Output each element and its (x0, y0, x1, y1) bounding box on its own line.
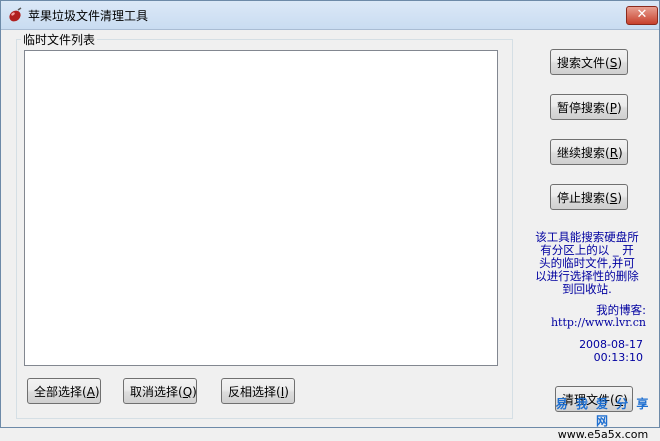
deselect-hotkey: Q (182, 385, 193, 399)
site-watermark: 易 我 爱 分 享 网 www.e5a5x.com (547, 395, 659, 441)
search-files-button[interactable]: 搜索文件(S) (550, 49, 628, 75)
build-date: 2008-08-17 (579, 338, 643, 351)
select-all-hotkey: A (86, 385, 95, 399)
resume-search-label-end: ) (618, 146, 623, 160)
window-title: 苹果垃圾文件清理工具 (28, 9, 149, 23)
deselect-label: 取消选择( (130, 385, 183, 399)
select-all-label-end: ) (94, 385, 100, 399)
deselect-button[interactable]: 取消选择(Q) (123, 378, 197, 404)
search-files-label-end: ) (617, 56, 622, 70)
select-all-button[interactable]: 全部选择(A) (27, 378, 101, 404)
close-icon: ✕ (636, 7, 648, 22)
build-time: 00:13:10 (593, 351, 643, 364)
app-icon (9, 7, 22, 22)
pause-search-button[interactable]: 暂停搜索(P) (550, 94, 628, 120)
close-button[interactable]: ✕ (626, 6, 658, 25)
invert-selection-label: 反相选择( (228, 385, 281, 399)
resume-search-label: 继续搜索( (557, 146, 610, 160)
select-all-label: 全部选择( (34, 385, 87, 399)
temp-file-listbox[interactable] (24, 50, 498, 366)
resume-search-hotkey: R (609, 146, 619, 160)
invert-selection-button[interactable]: 反相选择(I) (221, 378, 295, 404)
pause-search-hotkey: P (609, 101, 617, 115)
main-window: 苹果垃圾文件清理工具 ✕ 临时文件列表 搜索文件(S) 暂停搜索(P) 继续搜索… (0, 0, 660, 441)
deselect-label-end: ) (192, 385, 197, 399)
stop-search-button[interactable]: 停止搜索(S) (550, 184, 628, 210)
pause-search-label: 暂停搜索( (557, 101, 610, 115)
tool-description: 该工具能搜索硬盘所 有分区上的以 _ 开 头的临时文件,并可 以进行选择性的删除… (528, 231, 646, 296)
invert-selection-label-end: ) (284, 385, 289, 399)
stop-search-label-end: ) (617, 191, 622, 205)
stop-search-label: 停止搜索( (557, 191, 610, 205)
search-files-label: 搜索文件( (557, 56, 610, 70)
description-line: 到回收站. (562, 282, 612, 296)
title-bar[interactable]: 苹果垃圾文件清理工具 ✕ (1, 1, 659, 30)
resume-search-button[interactable]: 继续搜索(R) (550, 139, 628, 165)
watermark-line-2: www.e5a5x.com (557, 428, 649, 441)
blog-link[interactable]: http://www.lvr.cn (528, 316, 646, 329)
file-list-group-label: 临时文件列表 (21, 31, 98, 48)
watermark-line-1: 易 我 爱 分 享 网 (555, 397, 651, 428)
pause-search-label-end: ) (616, 101, 622, 115)
